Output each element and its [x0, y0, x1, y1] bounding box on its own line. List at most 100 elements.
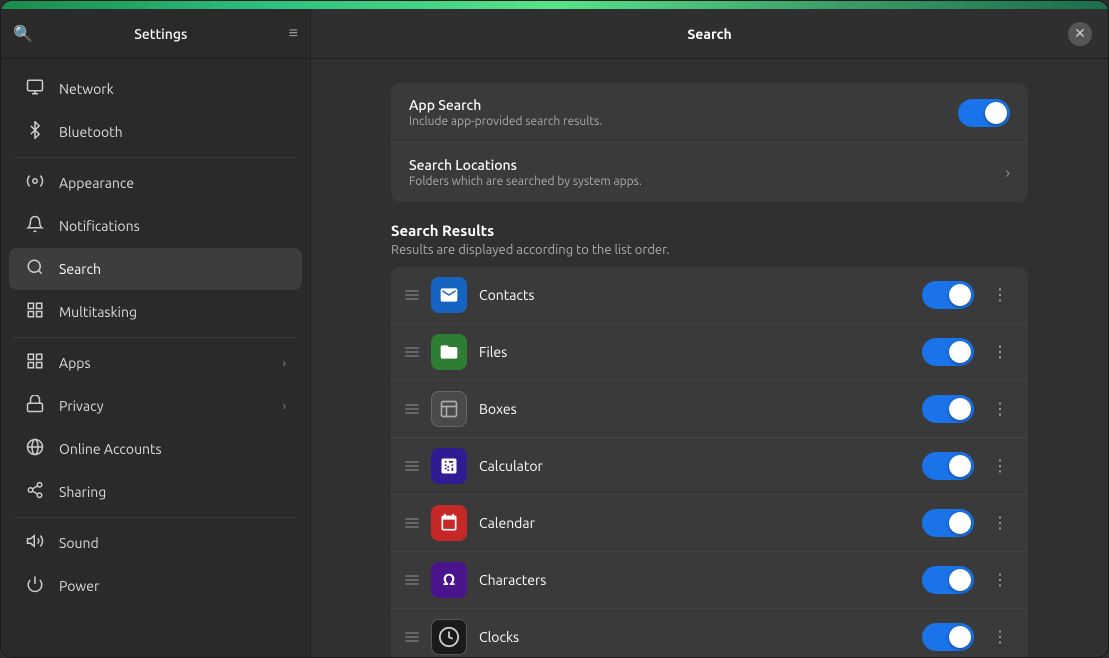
sidebar-search-icon: 🔍	[13, 24, 33, 43]
drag-handle-clocks[interactable]	[405, 632, 419, 642]
calculator-toggle[interactable]	[922, 452, 974, 480]
settings-window: 🔍 Settings ≡ Network	[0, 0, 1109, 658]
sidebar-item-label-network: Network	[59, 81, 286, 97]
main-header: Search ✕	[311, 9, 1108, 59]
sidebar-item-label-bluetooth: Bluetooth	[59, 124, 286, 140]
sidebar-header: 🔍 Settings ≡	[1, 9, 310, 59]
sound-icon	[25, 532, 45, 554]
sidebar-title: Settings	[45, 26, 277, 42]
sharing-icon	[25, 481, 45, 503]
sidebar-item-multitasking[interactable]: Multitasking	[9, 291, 302, 333]
sidebar-item-label-search: Search	[59, 261, 286, 277]
calculator-app-icon	[431, 448, 467, 484]
main-content: 🔍 Settings ≡ Network	[1, 9, 1108, 657]
main-header-title: Search	[687, 26, 731, 42]
boxes-more-button[interactable]: ⋮	[986, 395, 1014, 423]
sidebar-item-bluetooth[interactable]: Bluetooth	[9, 111, 302, 153]
search-locations-chevron-icon: ›	[1006, 164, 1011, 182]
drag-handle-calculator[interactable]	[405, 461, 419, 471]
result-row-calendar: Calendar ⋮	[391, 495, 1028, 552]
app-search-row: App Search Include app-provided search r…	[391, 83, 1028, 143]
sidebar-item-search[interactable]: Search	[9, 248, 302, 290]
results-section-desc: Results are displayed according to the l…	[391, 243, 1028, 257]
power-icon	[25, 575, 45, 597]
sidebar-item-label-apps: Apps	[59, 355, 269, 371]
files-more-button[interactable]: ⋮	[986, 338, 1014, 366]
search-locations-text: Search Locations Folders which are searc…	[409, 157, 992, 188]
contacts-more-button[interactable]: ⋮	[986, 281, 1014, 309]
sidebar: 🔍 Settings ≡ Network	[1, 9, 311, 657]
sidebar-item-privacy[interactable]: Privacy ›	[9, 385, 302, 427]
boxes-app-icon	[431, 391, 467, 427]
privacy-icon	[25, 395, 45, 417]
sidebar-item-notifications[interactable]: Notifications	[9, 205, 302, 247]
boxes-label: Boxes	[479, 401, 910, 417]
calendar-toggle[interactable]	[922, 509, 974, 537]
search-locations-desc: Folders which are searched by system app…	[409, 175, 992, 188]
drag-handle-contacts[interactable]	[405, 290, 419, 300]
drag-handle-calendar[interactable]	[405, 518, 419, 528]
calendar-more-button[interactable]: ⋮	[986, 509, 1014, 537]
sidebar-item-label-notifications: Notifications	[59, 218, 286, 234]
clocks-app-icon	[431, 619, 467, 655]
result-row-calculator: Calculator ⋮	[391, 438, 1028, 495]
drag-handle-characters[interactable]	[405, 575, 419, 585]
sidebar-item-label-power: Power	[59, 578, 286, 594]
search-locations-action: ›	[1006, 164, 1011, 182]
sidebar-item-label-multitasking: Multitasking	[59, 304, 286, 320]
sidebar-item-apps[interactable]: Apps ›	[9, 342, 302, 384]
app-search-text: App Search Include app-provided search r…	[409, 97, 944, 128]
sidebar-item-sharing[interactable]: Sharing	[9, 471, 302, 513]
result-row-boxes: Boxes ⋮	[391, 381, 1028, 438]
close-button[interactable]: ✕	[1068, 22, 1092, 46]
multitasking-icon	[25, 301, 45, 323]
hamburger-icon[interactable]: ≡	[289, 24, 298, 43]
files-toggle[interactable]	[922, 338, 974, 366]
sidebar-item-power[interactable]: Power	[9, 565, 302, 607]
sidebar-item-label-sharing: Sharing	[59, 484, 286, 500]
clocks-more-button[interactable]: ⋮	[986, 623, 1014, 651]
calendar-app-icon	[431, 505, 467, 541]
sidebar-item-appearance[interactable]: Appearance	[9, 162, 302, 204]
drag-handle-files[interactable]	[405, 347, 419, 357]
main-panel: Search ✕ App Search Include app-provided…	[311, 9, 1108, 657]
sidebar-item-label-online-accounts: Online Accounts	[59, 441, 286, 457]
calendar-label: Calendar	[479, 515, 910, 531]
result-row-clocks: Clocks ⋮	[391, 609, 1028, 657]
online-accounts-icon	[25, 438, 45, 460]
sidebar-item-online-accounts[interactable]: Online Accounts	[9, 428, 302, 470]
characters-more-button[interactable]: ⋮	[986, 566, 1014, 594]
calculator-more-button[interactable]: ⋮	[986, 452, 1014, 480]
search-locations-row[interactable]: Search Locations Folders which are searc…	[391, 143, 1028, 202]
search-nav-icon	[25, 258, 45, 280]
result-row-contacts: Contacts ⋮	[391, 267, 1028, 324]
sidebar-item-label-appearance: Appearance	[59, 175, 286, 191]
characters-app-icon: Ω	[431, 562, 467, 598]
results-section-title: Search Results	[391, 222, 1028, 239]
top-settings-card: App Search Include app-provided search r…	[391, 83, 1028, 202]
app-search-title: App Search	[409, 97, 944, 113]
result-row-characters: Ω Characters ⋮	[391, 552, 1028, 609]
contacts-toggle[interactable]	[922, 281, 974, 309]
contacts-app-icon	[431, 277, 467, 313]
files-app-icon	[431, 334, 467, 370]
apps-icon	[25, 352, 45, 374]
app-search-toggle[interactable]	[958, 99, 1010, 127]
results-list: Contacts ⋮ Files ⋮	[391, 267, 1028, 657]
results-section-heading: Search Results Results are displayed acc…	[391, 222, 1028, 257]
clocks-toggle[interactable]	[922, 623, 974, 651]
sidebar-item-label-sound: Sound	[59, 535, 286, 551]
result-row-files: Files ⋮	[391, 324, 1028, 381]
privacy-arrow-icon: ›	[283, 400, 286, 413]
main-body: App Search Include app-provided search r…	[311, 59, 1108, 657]
sidebar-item-sound[interactable]: Sound	[9, 522, 302, 564]
sidebar-item-network[interactable]: Network	[9, 68, 302, 110]
characters-label: Characters	[479, 572, 910, 588]
boxes-toggle[interactable]	[922, 395, 974, 423]
titlebar-gradient	[1, 1, 1108, 9]
clocks-label: Clocks	[479, 629, 910, 645]
drag-handle-boxes[interactable]	[405, 404, 419, 414]
appearance-icon	[25, 172, 45, 194]
characters-toggle[interactable]	[922, 566, 974, 594]
apps-arrow-icon: ›	[283, 357, 286, 370]
